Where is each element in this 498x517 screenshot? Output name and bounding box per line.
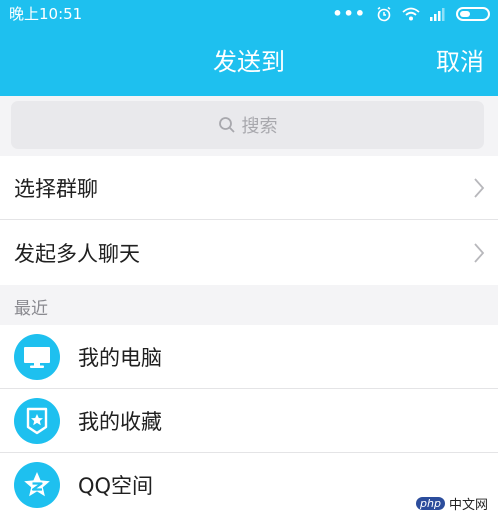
recent-section-header: 最近 xyxy=(0,285,498,325)
computer-icon xyxy=(24,346,50,368)
avatar xyxy=(14,397,60,444)
start-multi-chat-item[interactable]: 发起多人聊天 xyxy=(0,221,498,284)
recent-section-label: 最近 xyxy=(14,299,48,319)
watermark-badge: php xyxy=(416,497,445,510)
divider xyxy=(0,219,498,220)
search-placeholder: 搜索 xyxy=(241,116,278,137)
battery-icon xyxy=(456,7,490,21)
site-watermark: php 中文网 xyxy=(416,494,488,513)
search-input[interactable]: 搜索 xyxy=(11,101,484,149)
cancel-button[interactable]: 取消 xyxy=(436,46,484,78)
recent-item-my-computer[interactable]: 我的电脑 xyxy=(0,325,498,388)
app-header: 晚上10:51 ••• 发送到 取消 xyxy=(0,0,498,96)
select-group-chat-label: 选择群聊 xyxy=(14,176,98,201)
page-title: 发送到 xyxy=(213,48,285,76)
signal-icon xyxy=(430,8,445,21)
recent-item-label: QQ空间 xyxy=(78,473,154,498)
alarm-icon xyxy=(377,6,391,22)
search-icon xyxy=(218,117,235,133)
recent-item-label: 我的收藏 xyxy=(78,409,162,434)
chevron-right-icon xyxy=(474,243,485,263)
select-group-chat-item[interactable]: 选择群聊 xyxy=(0,156,498,219)
chevron-right-icon xyxy=(474,178,485,198)
start-multi-chat-label: 发起多人聊天 xyxy=(14,241,140,266)
status-bar: 晚上10:51 ••• xyxy=(0,0,498,28)
wifi-icon xyxy=(402,7,420,21)
favorites-icon xyxy=(26,407,48,434)
avatar xyxy=(14,461,60,508)
recent-item-my-favorites[interactable]: 我的收藏 xyxy=(0,389,498,452)
more-dots-icon: ••• xyxy=(332,4,366,23)
recent-item-label: 我的电脑 xyxy=(78,345,162,370)
status-time: 晚上10:51 xyxy=(9,5,83,23)
watermark-text: 中文网 xyxy=(448,498,488,513)
avatar xyxy=(14,333,60,380)
status-icons: ••• xyxy=(332,4,490,24)
search-area: 搜索 xyxy=(0,96,498,156)
qzone-icon xyxy=(24,471,50,496)
